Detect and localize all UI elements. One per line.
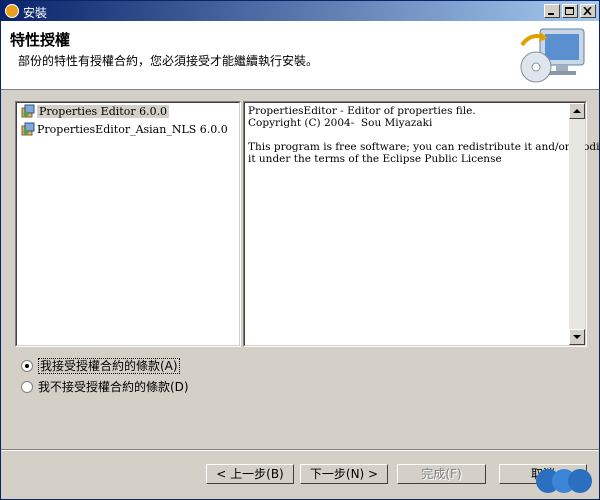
page-description: 部份的特性有授權合約，您必須接受才能繼續執行安裝。	[18, 54, 319, 68]
feature-list[interactable]: Properties Editor 6.0.0 PropertiesEditor…	[15, 101, 241, 347]
list-item-label: Properties Editor 6.0.0	[37, 105, 170, 118]
plugin-icon	[21, 122, 35, 136]
scroll-up-button[interactable]	[569, 103, 585, 119]
radio-indicator	[21, 360, 33, 372]
install-window: 安裝 特性授權 部份的特性有授權合約，您必須接受才能繼續執行安裝。 Proper…	[0, 0, 600, 500]
maximize-icon	[565, 7, 574, 15]
minimize-button[interactable]	[544, 4, 560, 18]
arrow-up-icon	[573, 109, 581, 113]
close-icon	[583, 7, 592, 15]
decline-label: 我不接受授權合約的條款(D)	[38, 380, 189, 394]
scroll-down-button[interactable]	[569, 329, 585, 345]
app-icon	[5, 4, 19, 18]
finish-button[interactable]: 完成(F)	[397, 464, 486, 484]
decline-radio[interactable]: 我不接受授權合約的條款(D)	[21, 379, 189, 395]
accept-radio[interactable]: 我接受授權合約的條款(A)	[21, 358, 180, 374]
license-text-area[interactable]: PropertiesEditor - Editor of properties …	[243, 101, 600, 347]
radio-dot	[25, 364, 29, 368]
wizard-header: 特性授權 部份的特性有授權合約，您必須接受才能繼續執行安裝。	[1, 21, 599, 90]
list-item[interactable]: PropertiesEditor_Asian_NLS 6.0.0	[21, 122, 228, 138]
page-title: 特性授權	[10, 31, 71, 49]
separator	[1, 449, 599, 451]
arrow-down-icon	[573, 335, 581, 339]
next-button[interactable]: 下一步(N) >	[300, 464, 388, 484]
maximize-button[interactable]	[562, 4, 578, 18]
watermark-logo-icon	[536, 469, 592, 493]
license-text: PropertiesEditor - Editor of properties …	[248, 105, 600, 165]
back-button[interactable]: < 上一步(B)	[206, 464, 294, 484]
monitor-cd-icon	[520, 28, 585, 83]
radio-indicator	[21, 381, 33, 393]
close-button[interactable]	[580, 4, 596, 18]
title-bar: 安裝	[1, 1, 599, 21]
list-item-label: PropertiesEditor_Asian_NLS 6.0.0	[37, 123, 228, 136]
license-frame: PropertiesEditor - Editor of properties …	[244, 102, 600, 346]
accept-label: 我接受授權合約的條款(A)	[38, 358, 180, 374]
minimize-icon	[548, 13, 554, 15]
window-title: 安裝	[23, 6, 48, 20]
plugin-icon	[21, 104, 35, 118]
vertical-scrollbar[interactable]	[569, 103, 585, 345]
list-item[interactable]: Properties Editor 6.0.0	[21, 104, 170, 120]
feature-list-frame: Properties Editor 6.0.0 PropertiesEditor…	[16, 102, 240, 346]
